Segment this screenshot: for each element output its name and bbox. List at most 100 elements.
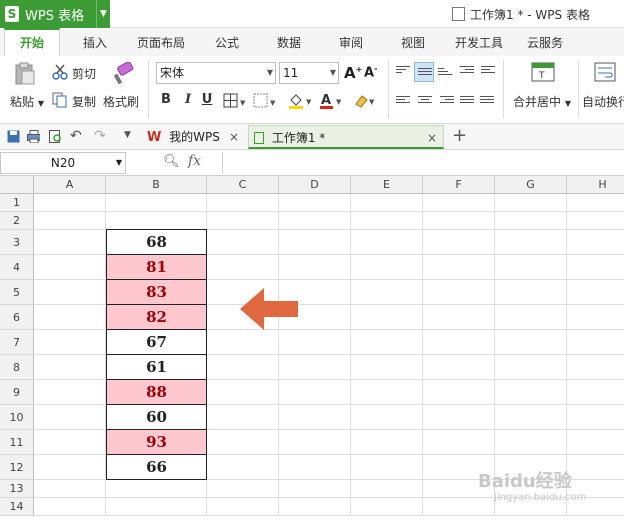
row-header-6[interactable]: 6 [0,305,34,330]
zoom-search-icon[interactable]: 🔍︎ [163,154,180,169]
column-header-H[interactable]: H [567,176,624,194]
row-header-7[interactable]: 7 [0,330,34,355]
align-center-icon[interactable] [418,96,432,108]
align-bottom-icon[interactable] [438,68,452,80]
title-bar: S WPS 表格 ▼ 工作簿1 * - WPS 表格 [0,0,624,28]
font-name-select[interactable]: 宋体 ▼ [156,62,276,84]
column-header-B[interactable]: B [106,176,207,194]
row-header-3[interactable]: 3 [0,230,34,255]
print-preview-icon[interactable] [49,130,62,143]
formula-input[interactable] [222,152,624,174]
select-all-corner[interactable] [0,176,34,194]
column-header-F[interactable]: F [423,176,495,194]
paste-button[interactable]: 粘贴 ▼ [10,93,44,110]
column-header-G[interactable]: G [495,176,567,194]
align-middle-icon[interactable] [414,62,434,82]
name-box[interactable]: N20 ▼ [0,152,126,174]
align-left-icon[interactable] [396,96,410,108]
distributed-align-icon[interactable] [480,96,494,108]
new-tab-plus-icon[interactable]: + [452,125,467,146]
cell-B7[interactable]: 67 [106,329,207,355]
justify-icon[interactable] [460,96,474,108]
column-header-C[interactable]: C [207,176,279,194]
wrap-text-button[interactable]: 自动换行 [582,93,624,110]
align-top-icon[interactable] [396,66,410,78]
font-color-icon[interactable]: A ▼ [319,92,347,110]
save-icon[interactable] [7,130,20,143]
tab-review[interactable]: 审阅 [326,28,376,56]
copy-button[interactable]: 复制 [72,93,96,110]
row-header-10[interactable]: 10 [0,405,34,430]
column-header-D[interactable]: D [279,176,351,194]
cell-B9[interactable]: 88 [106,379,207,405]
cell-B4[interactable]: 81 [106,254,207,280]
paste-icon[interactable] [12,62,38,86]
cell-fill-pattern-icon[interactable]: ▼ [253,93,277,109]
chevron-down-icon: ▼ [266,68,273,77]
redo-icon[interactable]: ↷ [94,128,106,144]
italic-button[interactable]: I [180,92,196,107]
underline-button[interactable]: U [199,92,215,107]
row-header-13[interactable]: 13 [0,480,34,498]
decrease-indent-icon[interactable] [460,66,474,78]
print-icon[interactable] [27,130,40,143]
tab-data[interactable]: 数据 [264,28,314,56]
tab-cloud[interactable]: 云服务 [520,28,570,56]
grid-line [34,515,624,516]
row-header-14[interactable]: 14 [0,498,34,516]
customize-toolbar-icon[interactable]: ▼ [124,130,131,140]
cell-B6[interactable]: 82 [106,304,207,330]
cell-B11[interactable]: 93 [106,429,207,455]
row-header-4[interactable]: 4 [0,255,34,280]
format-painter-button[interactable]: 格式刷 [103,93,139,110]
borders-icon[interactable]: ▼ [223,93,247,109]
align-right-icon[interactable] [440,96,454,108]
column-header-A[interactable]: A [34,176,106,194]
format-painter-icon[interactable] [110,61,136,86]
cell-B8[interactable]: 61 [106,354,207,380]
doc-tab-workbook1[interactable]: 工作簿1 * × [248,125,444,149]
tab-formulas[interactable]: 公式 [202,28,252,56]
font-name-value: 宋体 [160,66,185,80]
chevron-down-icon[interactable]: ▼ [96,0,110,28]
wrap-text-icon[interactable] [594,62,616,82]
tab-view[interactable]: 视图 [388,28,438,56]
row-header-8[interactable]: 8 [0,355,34,380]
row-header-2[interactable]: 2 [0,212,34,230]
cell-B12[interactable]: 66 [106,454,207,480]
undo-icon[interactable]: ↶ [70,128,82,144]
increase-font-icon[interactable]: A+ [344,64,362,82]
tab-developer[interactable]: 开发工具 [448,28,510,56]
app-menu-button[interactable]: S WPS 表格 ▼ [0,0,110,28]
ribbon-separator [388,60,389,118]
decrease-font-icon[interactable]: A- [364,64,377,80]
cell-B5[interactable]: 83 [106,279,207,305]
close-icon[interactable]: × [229,125,239,149]
copy-icon[interactable] [52,92,68,108]
tab-home[interactable]: 开始 [4,28,60,56]
row-header-5[interactable]: 5 [0,280,34,305]
row-header-12[interactable]: 12 [0,455,34,480]
doc-tab-my-wps[interactable]: W 我的WPS × [143,125,247,149]
tab-page-layout[interactable]: 页面布局 [130,28,192,56]
column-header-E[interactable]: E [351,176,423,194]
fill-color-icon[interactable]: ▼ [287,92,317,110]
row-header-1[interactable]: 1 [0,194,34,212]
font-size-select[interactable]: 11 ▼ [279,62,339,84]
fx-button[interactable]: fx [188,153,201,169]
merge-center-button[interactable]: 合并居中 ▼ [513,93,571,110]
bold-button[interactable]: B [158,92,174,107]
cell-B3[interactable]: 68 [106,229,207,255]
cut-button[interactable]: 剪切 [72,65,96,82]
grid-line [34,211,624,212]
tab-insert[interactable]: 插入 [70,28,120,56]
scissors-icon[interactable] [52,64,72,80]
row-header-11[interactable]: 11 [0,430,34,455]
merge-center-icon[interactable]: T [531,62,555,82]
close-icon[interactable]: × [427,126,437,150]
increase-indent-icon[interactable] [481,66,495,78]
row-header-9[interactable]: 9 [0,380,34,405]
cell-B10[interactable]: 60 [106,404,207,430]
doc-tab-label: 工作簿1 * [271,131,326,145]
clear-format-icon[interactable]: ▼ [353,92,379,110]
